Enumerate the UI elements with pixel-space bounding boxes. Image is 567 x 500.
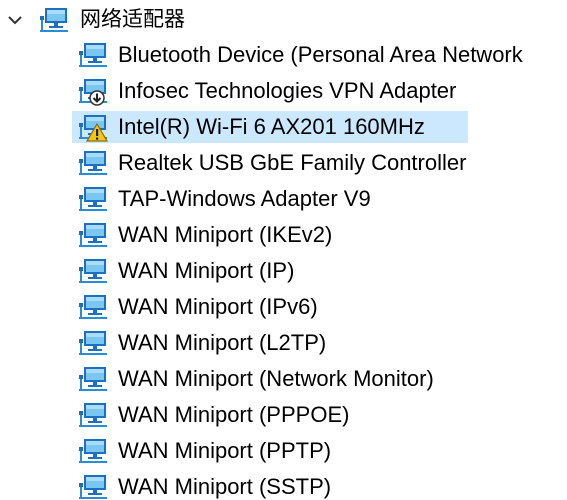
device-label: WAN Miniport (L2TP): [118, 330, 327, 355]
device-label: Infosec Technologies VPN Adapter: [118, 78, 457, 103]
device-label: WAN Miniport (PPTP): [118, 438, 332, 463]
device-tree: 网络适配器 Bluetooth Device (Personal Area Ne…: [0, 0, 567, 500]
network-adapter-warning-icon: [76, 112, 110, 142]
device-item[interactable]: WAN Miniport (IKEv2): [72, 217, 567, 253]
device-item[interactable]: WAN Miniport (Network Monitor): [72, 361, 567, 397]
device-item[interactable]: TAP-Windows Adapter V9: [72, 181, 567, 217]
category-network-adapters[interactable]: 网络适配器: [0, 1, 567, 37]
device-item[interactable]: Bluetooth Device (Personal Area Network: [72, 37, 567, 73]
network-adapter-icon: [76, 436, 110, 466]
network-adapter-icon: [76, 400, 110, 430]
device-item[interactable]: Intel(R) Wi-Fi 6 AX201 160MHz: [72, 109, 567, 145]
device-label: WAN Miniport (SSTP): [118, 474, 332, 499]
device-item[interactable]: Realtek USB GbE Family Controller: [72, 145, 567, 181]
network-adapter-icon: [76, 328, 110, 358]
network-adapter-icon: [76, 292, 110, 322]
device-item[interactable]: WAN Miniport (IPv6): [72, 289, 567, 325]
device-label: Intel(R) Wi-Fi 6 AX201 160MHz: [118, 114, 425, 139]
network-adapter-icon: [76, 220, 110, 250]
category-label: 网络适配器: [80, 7, 185, 31]
device-label: WAN Miniport (IKEv2): [118, 222, 333, 247]
device-label: WAN Miniport (IP): [118, 258, 295, 283]
network-adapter-icon: [76, 256, 110, 286]
network-adapter-icon: [76, 184, 110, 214]
device-label: WAN Miniport (Network Monitor): [118, 366, 434, 391]
network-adapter-icon: [76, 364, 110, 394]
device-item[interactable]: WAN Miniport (SSTP): [72, 469, 567, 500]
device-item[interactable]: WAN Miniport (PPPOE): [72, 397, 567, 433]
device-item[interactable]: WAN Miniport (IP): [72, 253, 567, 289]
device-item[interactable]: WAN Miniport (PPTP): [72, 433, 567, 469]
device-label: Realtek USB GbE Family Controller: [118, 150, 467, 175]
device-label: Bluetooth Device (Personal Area Network: [118, 42, 523, 67]
network-adapter-icon: [76, 148, 110, 178]
device-item[interactable]: WAN Miniport (L2TP): [72, 325, 567, 361]
device-label: WAN Miniport (PPPOE): [118, 402, 350, 427]
network-adapter-download-icon: [76, 76, 110, 106]
network-adapter-icon: [37, 5, 71, 35]
chevron-down-icon[interactable]: [6, 11, 24, 29]
device-item[interactable]: Infosec Technologies VPN Adapter: [72, 73, 567, 109]
network-adapter-icon: [76, 472, 110, 500]
device-label: TAP-Windows Adapter V9: [118, 186, 371, 211]
network-adapter-icon: [76, 40, 110, 70]
device-label: WAN Miniport (IPv6): [118, 294, 318, 319]
